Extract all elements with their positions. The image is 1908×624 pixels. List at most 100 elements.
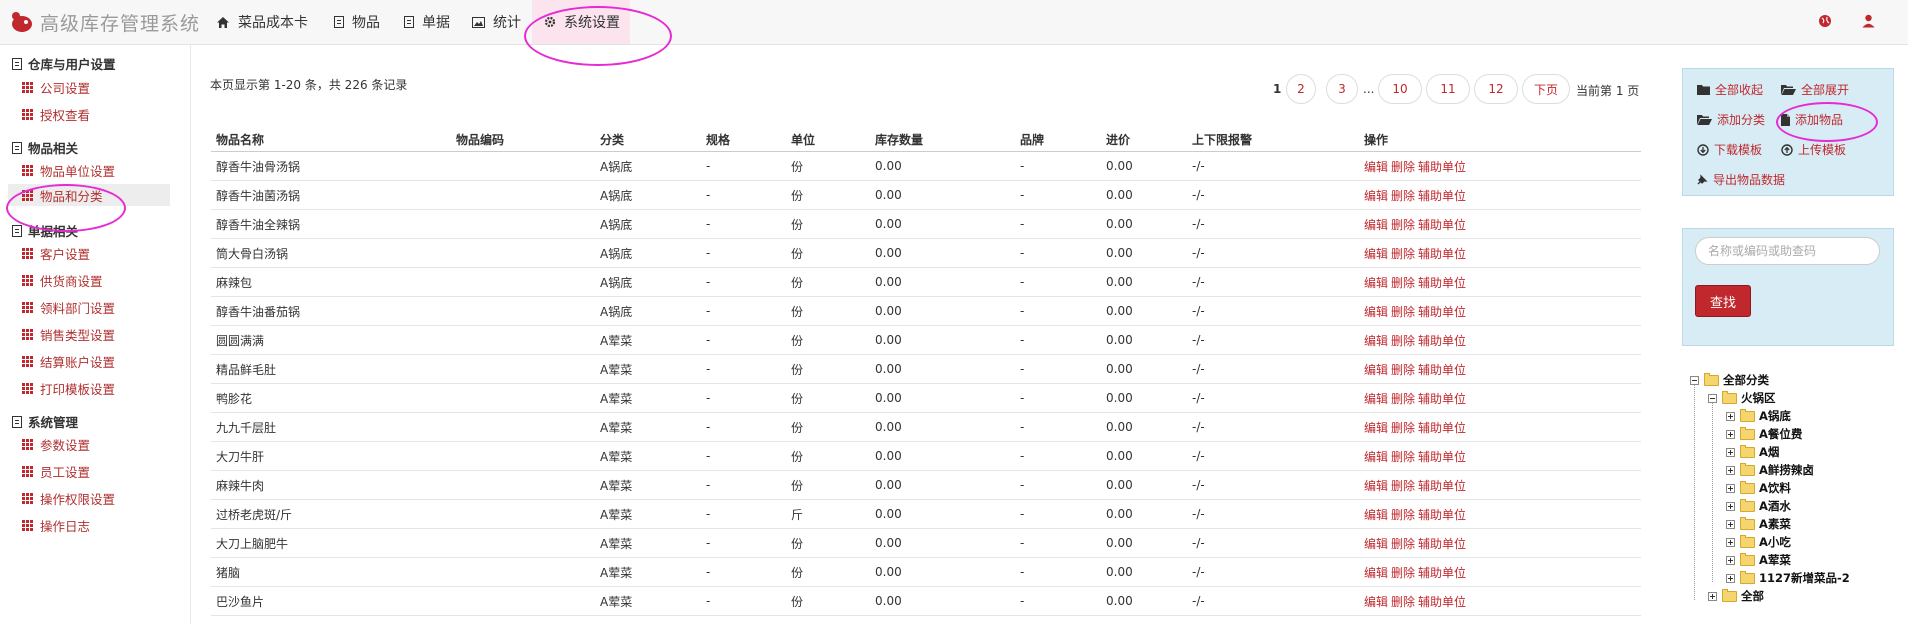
search-button[interactable]: 查找: [1695, 285, 1751, 317]
upload-template-button[interactable]: 上传模板: [1781, 141, 1846, 158]
edit-link[interactable]: 编辑: [1364, 566, 1388, 580]
sidebar-item-authorization[interactable]: 授权查看: [22, 103, 90, 125]
column-header[interactable]: 分类: [595, 127, 701, 152]
aux-unit-link[interactable]: 辅助单位: [1418, 276, 1466, 290]
column-header[interactable]: 单位: [786, 127, 870, 152]
aux-unit-link[interactable]: 辅助单位: [1418, 566, 1466, 580]
tree-node-category[interactable]: A烟: [1726, 443, 1779, 461]
tree-expand-toggle[interactable]: [1726, 483, 1735, 493]
edit-link[interactable]: 编辑: [1364, 595, 1388, 609]
nav-statistics[interactable]: 统计: [472, 0, 521, 44]
column-header[interactable]: 上下限报警: [1187, 127, 1359, 152]
delete-link[interactable]: 删除: [1391, 508, 1415, 522]
pagination-page[interactable]: 10: [1378, 74, 1422, 104]
pagination-page[interactable]: 2: [1286, 74, 1316, 104]
search-input[interactable]: [1695, 237, 1880, 265]
aux-unit-link[interactable]: 辅助单位: [1418, 247, 1466, 261]
tree-collapse-toggle[interactable]: [1708, 393, 1717, 403]
aux-unit-link[interactable]: 辅助单位: [1418, 537, 1466, 551]
aux-unit-link[interactable]: 辅助单位: [1418, 479, 1466, 493]
delete-link[interactable]: 删除: [1391, 392, 1415, 406]
aux-unit-link[interactable]: 辅助单位: [1418, 218, 1466, 232]
tree-expand-toggle[interactable]: [1726, 501, 1735, 511]
delete-link[interactable]: 删除: [1391, 479, 1415, 493]
tree-node-category[interactable]: A餐位费: [1726, 425, 1802, 443]
sidebar-item-operation-log[interactable]: 操作日志: [22, 514, 90, 536]
edit-link[interactable]: 编辑: [1364, 537, 1388, 551]
tree-expand-toggle[interactable]: [1726, 537, 1735, 547]
delete-link[interactable]: 删除: [1391, 305, 1415, 319]
sidebar-item-parameters[interactable]: 参数设置: [22, 433, 90, 455]
tree-node-hotpot-area[interactable]: 火锅区: [1708, 389, 1776, 407]
tree-expand-toggle[interactable]: [1726, 411, 1735, 421]
tree-node-category[interactable]: A鲜捞辣卤: [1726, 461, 1814, 479]
aux-unit-link[interactable]: 辅助单位: [1418, 421, 1466, 435]
tree-expand-toggle[interactable]: [1726, 519, 1735, 529]
nav-documents[interactable]: 单据: [404, 0, 450, 44]
sidebar-item-employees[interactable]: 员工设置: [22, 460, 90, 482]
edit-link[interactable]: 编辑: [1364, 276, 1388, 290]
aux-unit-link[interactable]: 辅助单位: [1418, 160, 1466, 174]
tree-expand-toggle[interactable]: [1726, 555, 1735, 565]
aux-unit-link[interactable]: 辅助单位: [1418, 363, 1466, 377]
download-template-button[interactable]: 下载模板: [1697, 141, 1762, 158]
tree-expand-toggle[interactable]: [1726, 429, 1735, 439]
edit-link[interactable]: 编辑: [1364, 392, 1388, 406]
tree-node-category[interactable]: 1127新增菜品-2: [1726, 569, 1850, 587]
tree-node-all[interactable]: 全部: [1708, 587, 1764, 605]
tree-node-root[interactable]: 全部分类: [1690, 371, 1769, 389]
delete-link[interactable]: 删除: [1391, 595, 1415, 609]
tree-expand-toggle[interactable]: [1726, 573, 1735, 583]
column-header[interactable]: 规格: [701, 127, 786, 152]
sidebar-item-unit-settings[interactable]: 物品单位设置: [22, 159, 115, 181]
tree-node-category[interactable]: A饮料: [1726, 479, 1791, 497]
aux-unit-link[interactable]: 辅助单位: [1418, 508, 1466, 522]
edit-link[interactable]: 编辑: [1364, 189, 1388, 203]
sidebar-item-permissions[interactable]: 操作权限设置: [22, 487, 115, 509]
nav-items[interactable]: 物品: [334, 0, 380, 44]
pagination-page[interactable]: 3: [1326, 74, 1358, 104]
edit-link[interactable]: 编辑: [1364, 479, 1388, 493]
delete-link[interactable]: 删除: [1391, 160, 1415, 174]
sidebar-item-customers[interactable]: 客户设置: [22, 242, 90, 264]
export-data-button[interactable]: 导出物品数据: [1697, 171, 1785, 188]
tree-expand-toggle[interactable]: [1726, 465, 1735, 475]
collapse-all-button[interactable]: 全部收起: [1697, 81, 1763, 98]
app-logo[interactable]: 高级库存管理系统: [10, 9, 200, 35]
delete-link[interactable]: 删除: [1391, 247, 1415, 261]
sidebar-item-departments[interactable]: 领料部门设置: [22, 296, 115, 318]
pagination-next-button[interactable]: 下页: [1522, 74, 1570, 104]
edit-link[interactable]: 编辑: [1364, 160, 1388, 174]
nav-recipe-cost-card[interactable]: 菜品成本卡: [216, 0, 308, 44]
edit-link[interactable]: 编辑: [1364, 421, 1388, 435]
pagination-page[interactable]: 12: [1474, 74, 1518, 104]
sidebar-item-accounts[interactable]: 结算账户设置: [22, 350, 115, 372]
tree-node-category[interactable]: A小吃: [1726, 533, 1791, 551]
sidebar-item-items-categories[interactable]: 物品和分类: [8, 184, 170, 206]
edit-link[interactable]: 编辑: [1364, 305, 1388, 319]
delete-link[interactable]: 删除: [1391, 189, 1415, 203]
edit-link[interactable]: 编辑: [1364, 508, 1388, 522]
delete-link[interactable]: 删除: [1391, 450, 1415, 464]
sidebar-item-suppliers[interactable]: 供货商设置: [22, 269, 103, 291]
nav-system-settings[interactable]: 系统设置: [532, 0, 630, 44]
aux-unit-link[interactable]: 辅助单位: [1418, 392, 1466, 406]
edit-link[interactable]: 编辑: [1364, 363, 1388, 377]
tree-node-category[interactable]: A素菜: [1726, 515, 1791, 533]
tree-node-category[interactable]: A锅底: [1726, 407, 1791, 425]
edit-link[interactable]: 编辑: [1364, 218, 1388, 232]
edit-link[interactable]: 编辑: [1364, 247, 1388, 261]
delete-link[interactable]: 删除: [1391, 334, 1415, 348]
aux-unit-link[interactable]: 辅助单位: [1418, 334, 1466, 348]
column-header[interactable]: 进价: [1101, 127, 1187, 152]
tree-collapse-toggle[interactable]: [1690, 375, 1699, 385]
delete-link[interactable]: 删除: [1391, 421, 1415, 435]
expand-all-button[interactable]: 全部展开: [1781, 81, 1849, 98]
sidebar-item-sales-types[interactable]: 销售类型设置: [22, 323, 115, 345]
aux-unit-link[interactable]: 辅助单位: [1418, 595, 1466, 609]
tree-expand-toggle[interactable]: [1726, 447, 1735, 457]
sidebar-item-print-templates[interactable]: 打印模板设置: [22, 377, 115, 399]
delete-link[interactable]: 删除: [1391, 218, 1415, 232]
delete-link[interactable]: 删除: [1391, 566, 1415, 580]
aux-unit-link[interactable]: 辅助单位: [1418, 189, 1466, 203]
